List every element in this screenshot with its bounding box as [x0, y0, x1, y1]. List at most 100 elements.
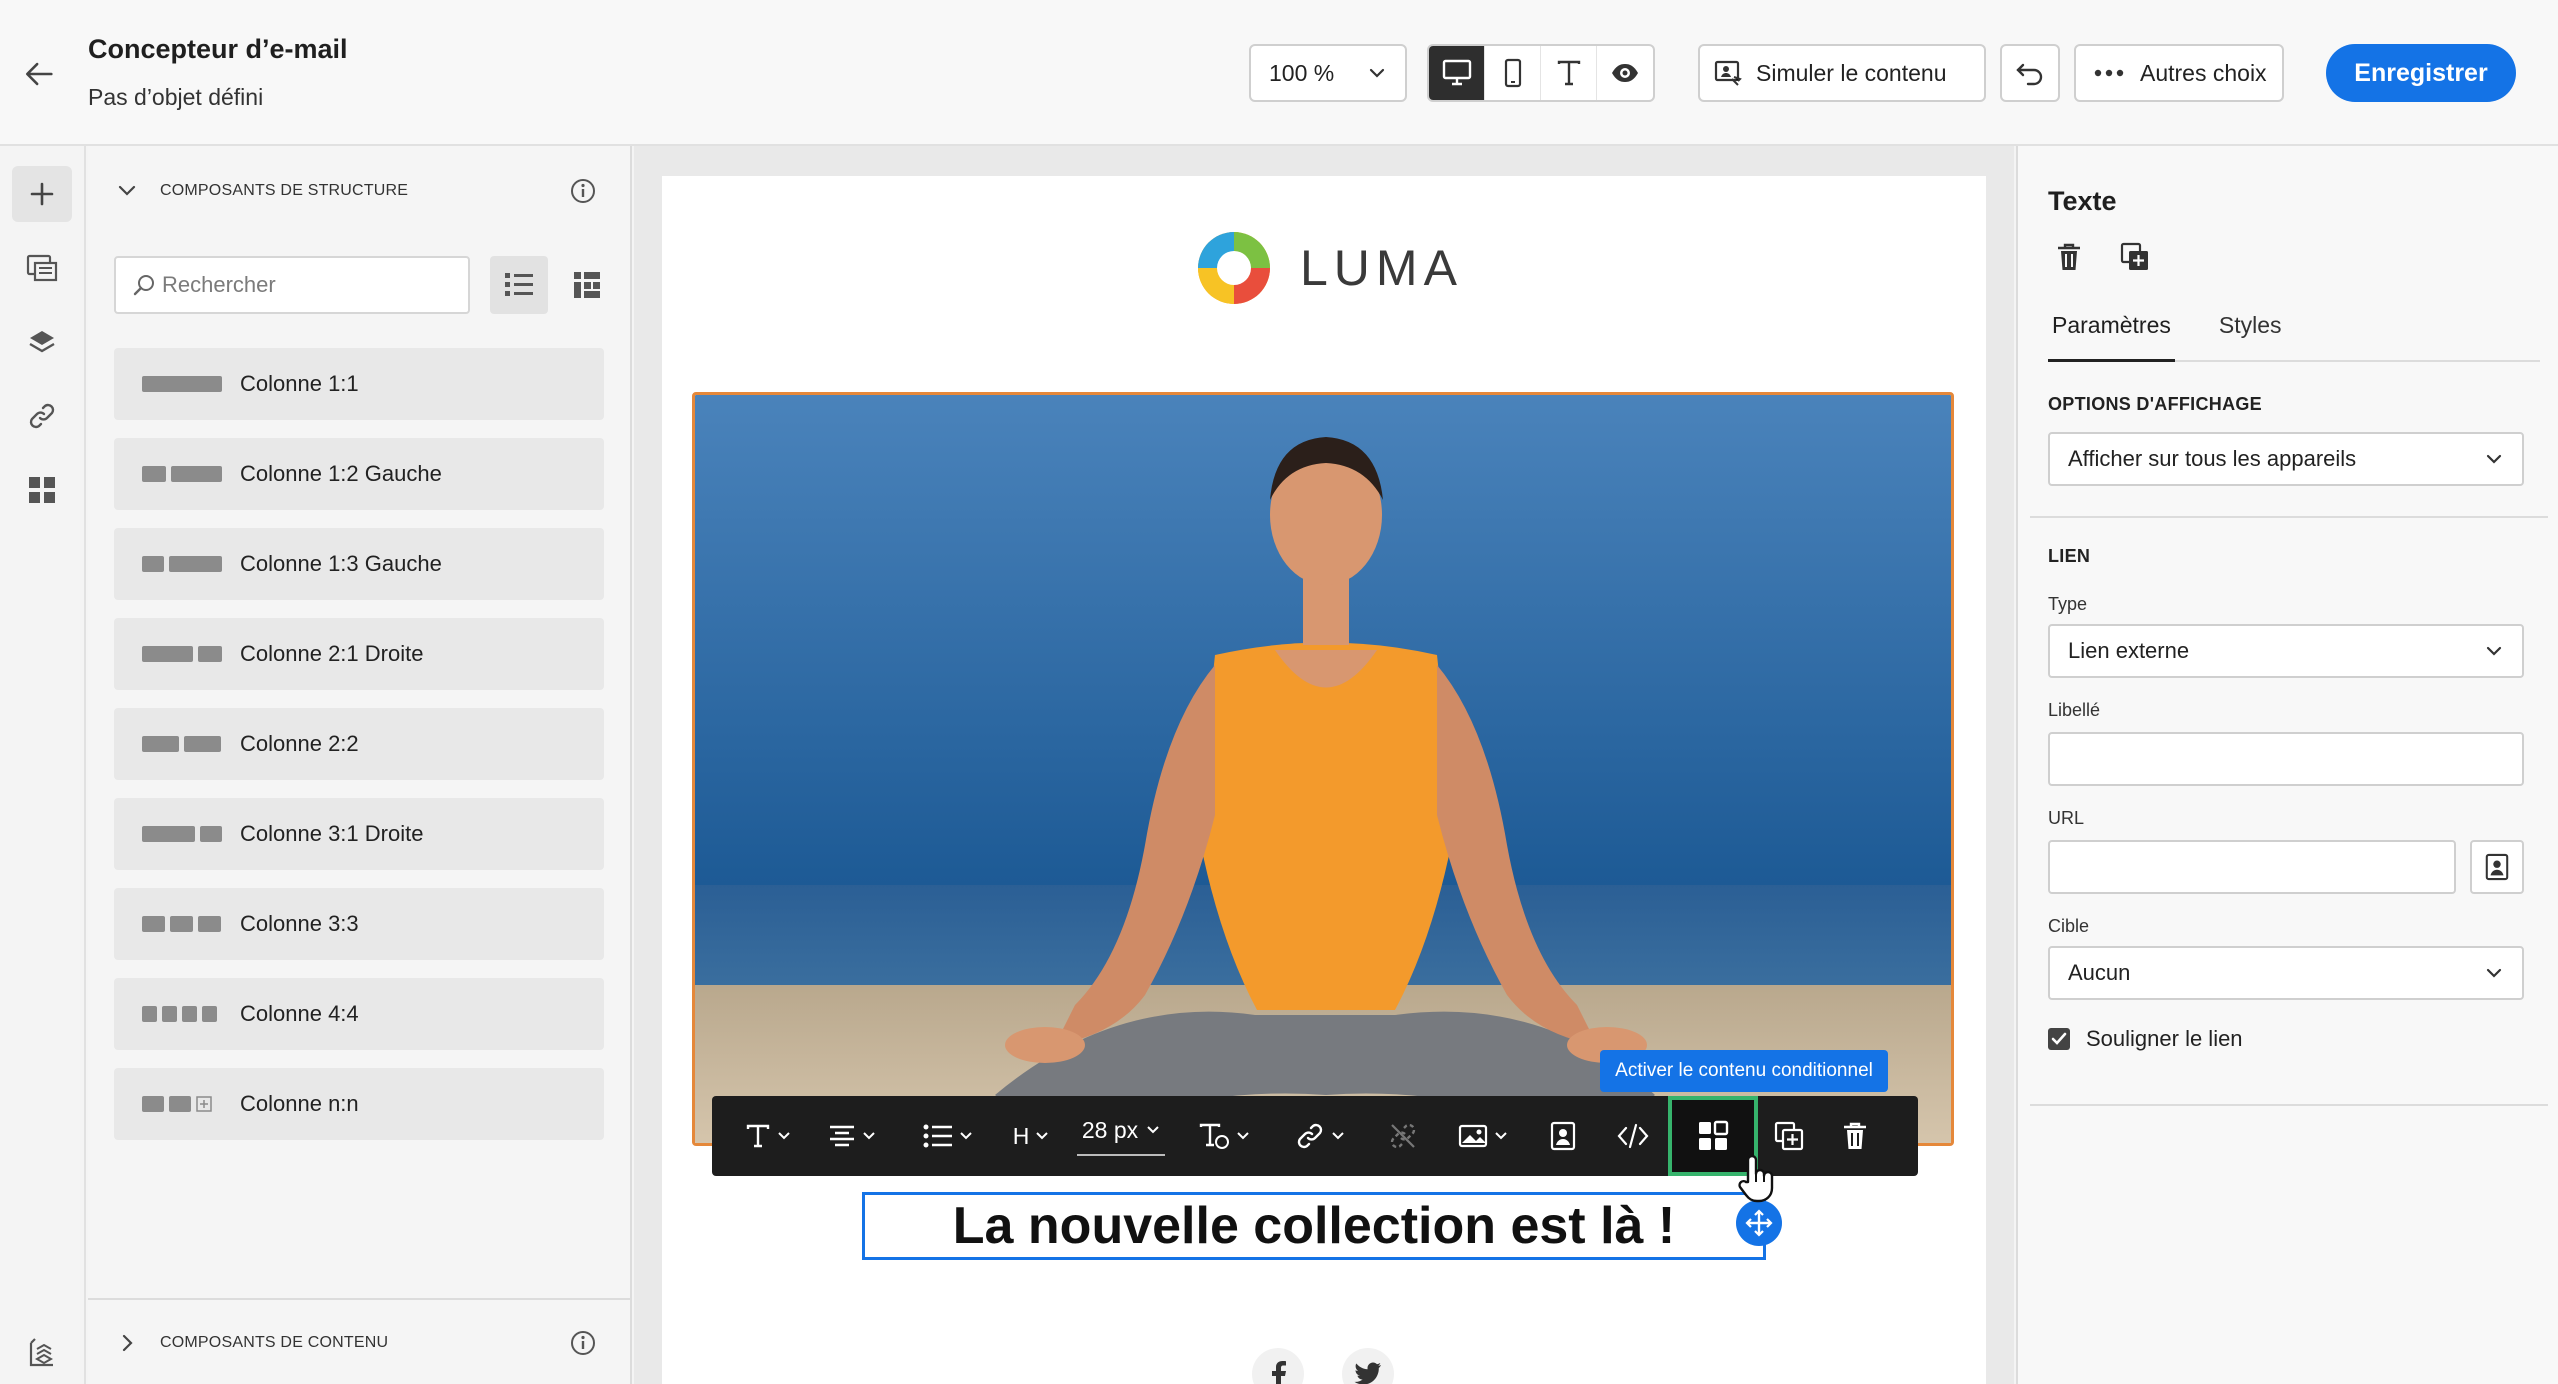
yoga-woman-image	[695, 395, 1951, 1143]
duplicate-icon	[1774, 1121, 1804, 1151]
luma-logo[interactable]: LUMA	[1192, 226, 1463, 310]
conditional-content-tooltip: Activer le contenu conditionnel	[1600, 1050, 1888, 1092]
text-style-icon	[746, 1124, 770, 1148]
chevron-right-icon	[122, 1334, 133, 1352]
font-size-select[interactable]: 28 px	[1066, 1096, 1176, 1176]
more-dots-icon	[2094, 69, 2124, 77]
component-column-2-2[interactable]: Colonne 2:2	[114, 708, 604, 780]
structure-component-list: Colonne 1:1 Colonne 1:2 Gauche Colonne 1…	[114, 348, 604, 1158]
link-icon	[1297, 1123, 1323, 1149]
divider	[2030, 516, 2548, 518]
simulate-content-button[interactable]: Simuler le contenu	[1698, 44, 1986, 102]
twitter-icon[interactable]	[1342, 1348, 1394, 1384]
hero-image[interactable]	[692, 392, 1954, 1146]
display-options-select[interactable]: Afficher sur tous les appareils	[2048, 432, 2524, 486]
social-links	[1252, 1348, 1394, 1384]
column-layout-icon	[142, 1004, 222, 1024]
text-style-button[interactable]	[732, 1096, 804, 1176]
back-button[interactable]	[18, 52, 62, 96]
url-personalize-button[interactable]	[2470, 840, 2524, 894]
duplicate-icon[interactable]	[2120, 242, 2150, 272]
more-options-button[interactable]: Autres choix	[2074, 44, 2284, 102]
rail-add-components[interactable]	[12, 166, 72, 222]
chevron-down-icon	[2486, 968, 2502, 978]
rail-history[interactable]	[12, 1324, 72, 1380]
unlink-button[interactable]	[1368, 1096, 1438, 1176]
eye-icon	[1612, 64, 1638, 82]
mobile-view-button[interactable]	[1485, 46, 1541, 100]
align-button[interactable]	[804, 1096, 900, 1176]
structure-section-title: COMPOSANTS DE STRUCTURE	[160, 182, 409, 199]
headline-text-block[interactable]: La nouvelle collection est là !	[862, 1192, 1766, 1260]
facebook-icon[interactable]	[1252, 1348, 1304, 1384]
link-target-select[interactable]: Aucun	[2048, 946, 2524, 1000]
text-icon	[1557, 60, 1580, 86]
info-icon[interactable]	[570, 178, 596, 204]
image-icon	[1458, 1124, 1488, 1148]
desktop-view-button[interactable]	[1429, 46, 1485, 100]
heading-button[interactable]: H	[996, 1096, 1066, 1176]
component-column-1-3-left[interactable]: Colonne 1:3 Gauche	[114, 528, 604, 600]
fragments-icon	[26, 254, 58, 282]
component-label: Colonne 2:2	[240, 731, 359, 756]
delete-block-button[interactable]	[1820, 1096, 1890, 1176]
search-input[interactable]: Rechercher	[114, 256, 470, 314]
tab-styles[interactable]: Styles	[2215, 312, 2286, 362]
trash-icon[interactable]	[2056, 242, 2082, 272]
column-layout-icon	[142, 824, 222, 844]
url-input[interactable]	[2048, 840, 2456, 894]
personalize-button[interactable]	[1528, 1096, 1598, 1176]
component-column-4-4[interactable]: Colonne 4:4	[114, 978, 604, 1050]
link-type-select[interactable]: Lien externe	[2048, 624, 2524, 678]
preview-button[interactable]	[1597, 46, 1653, 100]
underline-link-checkbox[interactable]	[2048, 1028, 2070, 1050]
font-size-value: 28 px	[1081, 1116, 1139, 1143]
email-subject: Pas d’objet défini	[88, 84, 264, 110]
component-column-3-3[interactable]: Colonne 3:3	[114, 888, 604, 960]
zoom-select[interactable]: 100 %	[1249, 44, 1407, 102]
chevron-down-icon	[1147, 1126, 1159, 1134]
plus-icon	[30, 182, 54, 206]
move-handle[interactable]	[1736, 1200, 1782, 1246]
rail-links[interactable]	[12, 388, 72, 444]
properties-actions	[2056, 242, 2150, 272]
link-label-input[interactable]	[2048, 732, 2524, 786]
rail-assets[interactable]	[12, 462, 72, 518]
properties-tabs: Paramètres Styles	[2048, 312, 2540, 362]
left-rail	[0, 146, 86, 1384]
insert-image-button[interactable]	[1438, 1096, 1528, 1176]
text-view-button[interactable]	[1541, 46, 1597, 100]
checkmark-icon	[2051, 1032, 2067, 1045]
tab-parameters[interactable]: Paramètres	[2048, 312, 2175, 362]
component-column-2-1-right[interactable]: Colonne 2:1 Droite	[114, 618, 604, 690]
content-section-title: COMPOSANTS DE CONTENU	[160, 1334, 389, 1351]
text-format-icon	[1199, 1123, 1229, 1149]
undo-button[interactable]	[2000, 44, 2060, 102]
html-code-button[interactable]	[1598, 1096, 1668, 1176]
component-label: Colonne 2:1 Droite	[240, 641, 424, 666]
component-column-n-n[interactable]: Colonne n:n	[114, 1068, 604, 1140]
component-column-3-1-right[interactable]: Colonne 3:1 Droite	[114, 798, 604, 870]
component-label: Colonne n:n	[240, 1091, 359, 1116]
logo-text: LUMA	[1300, 240, 1463, 296]
text-format-button[interactable]	[1176, 1096, 1272, 1176]
column-layout-icon	[142, 644, 222, 664]
insert-link-button[interactable]	[1272, 1096, 1368, 1176]
content-section-toggle[interactable]: COMPOSANTS DE CONTENU	[116, 1332, 388, 1354]
display-options-label: OPTIONS D'AFFICHAGE	[2048, 394, 2262, 414]
component-column-1-2-left[interactable]: Colonne 1:2 Gauche	[114, 438, 604, 510]
component-column-1-1[interactable]: Colonne 1:1	[114, 348, 604, 420]
rail-layers[interactable]	[12, 314, 72, 370]
chevron-down-icon	[1237, 1132, 1249, 1140]
underline-link-checkbox-row[interactable]: Souligner le lien	[2048, 1026, 2243, 1052]
list-view-button[interactable]	[490, 256, 548, 314]
info-icon[interactable]	[570, 1330, 596, 1356]
save-button[interactable]: Enregistrer	[2326, 44, 2516, 102]
structure-section-toggle[interactable]: COMPOSANTS DE STRUCTURE	[116, 180, 408, 202]
chevron-down-icon	[1495, 1132, 1507, 1140]
grid-view-button[interactable]	[558, 256, 616, 314]
email-body[interactable]: LUMA La nouvelle collection est là !	[662, 176, 1986, 1384]
rail-fragments[interactable]	[12, 240, 72, 296]
mobile-icon	[1504, 58, 1521, 88]
list-button[interactable]	[900, 1096, 996, 1176]
